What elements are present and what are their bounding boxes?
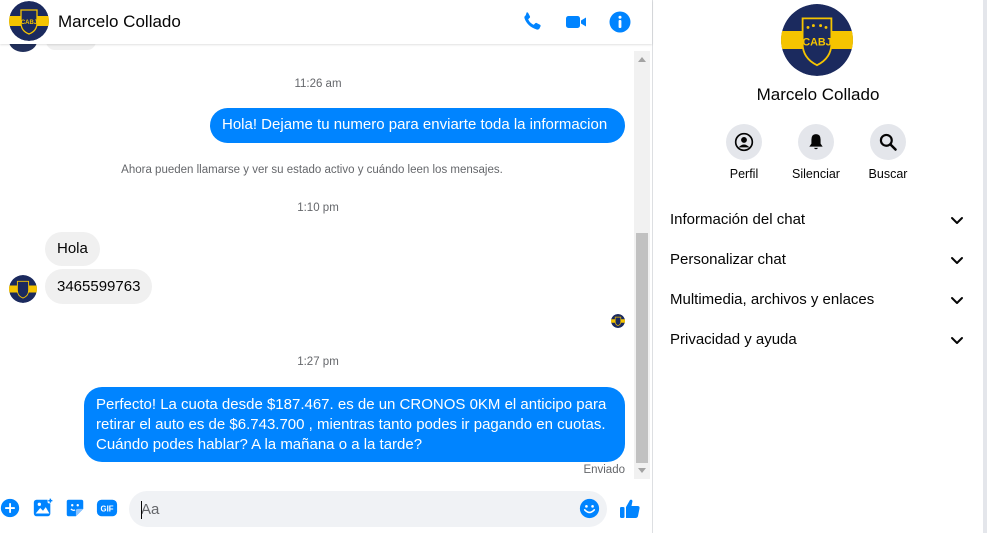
section-label: Privacidad y ayuda [670,331,797,348]
gif-icon[interactable]: GIF [96,497,118,519]
contact-avatar-large[interactable]: CABJ [781,4,853,76]
section-media-files-links[interactable]: Multimedia, archivos y enlaces [653,280,983,320]
search-button[interactable]: Buscar [853,124,923,181]
scrollbar[interactable] [634,51,650,479]
message-bubble-incoming[interactable]: 3465599763 [45,269,153,304]
message-bubble-incoming[interactable]: Hola [45,232,100,266]
video-camera-icon[interactable] [564,10,588,34]
mute-button[interactable]: Silenciar [781,124,851,181]
gif-label: GIF [101,505,114,514]
message-bubble-outgoing[interactable]: Hola! Dejame tu numero para enviarte tod… [210,108,625,143]
search-button-circle [870,124,906,160]
window-edge [983,0,987,533]
info-icon[interactable] [608,10,632,34]
profile-button-circle [726,124,762,160]
section-label: Personalizar chat [670,251,786,268]
chat-panel: CABJ Marcelo Collado 11:26 am Hola! Deja… [0,0,652,533]
scrollbar-thumb[interactable] [636,233,648,463]
delivery-status: Enviado [583,464,625,476]
message-line: Perfecto! La cuota desde $187.467. es de… [96,396,607,413]
contact-name-large: Marcelo Collado [756,85,880,104]
message-list[interactable]: 11:26 am Hola! Dejame tu numero para env… [0,44,636,482]
scroll-down-arrow-icon[interactable] [638,468,646,473]
conversation-info-panel: CABJ Marcelo Collado Perfil Silenciar Bu… [653,0,983,533]
message-timestamp: 1:27 pm [297,356,339,368]
phone-icon[interactable] [520,10,544,34]
composer: GIF [0,482,652,533]
plus-circle-icon[interactable] [0,498,20,518]
section-customize-chat[interactable]: Personalizar chat [653,240,983,280]
mute-label: Silenciar [792,167,840,181]
message-line: retirar el auto es de $6.743.700 , mient… [96,416,606,433]
profile-label: Perfil [729,167,759,181]
section-privacy-help[interactable]: Privacidad y ayuda [653,320,983,360]
chevron-down-icon [951,297,963,304]
contact-avatar-small [9,44,37,52]
avatar-logo-text: CABJ [802,36,831,48]
chevron-down-icon [951,217,963,224]
message-input[interactable] [129,491,607,527]
emoji-icon[interactable] [579,498,600,519]
profile-button[interactable]: Perfil [709,124,779,181]
contact-avatar[interactable]: CABJ [9,1,49,41]
scroll-up-arrow-icon[interactable] [638,57,646,62]
system-message: Ahora pueden llamarse y ver su estado ac… [121,164,503,176]
message-bubble-outgoing[interactable]: Perfecto! La cuota desde $187.467. es de… [84,387,625,462]
bell-icon [809,134,823,150]
chevron-down-icon [951,337,963,344]
contact-name[interactable]: Marcelo Collado [58,12,181,32]
seen-indicator-avatar [611,314,625,328]
message-line: Cuándo podes hablar? A la mañana o a la … [96,436,423,453]
photo-icon[interactable] [32,497,54,519]
mute-button-circle [798,124,834,160]
sticker-icon[interactable] [64,497,86,519]
chat-header: CABJ Marcelo Collado [0,0,652,44]
search-label: Buscar [868,167,908,181]
contact-avatar-small[interactable] [9,275,37,303]
search-icon [879,133,897,151]
message-timestamp: 11:26 am [294,78,342,90]
section-chat-info[interactable]: Información del chat [653,200,983,240]
message-bubble-incoming [46,44,96,50]
message-timestamp: 1:10 pm [297,202,339,214]
profile-icon [734,132,754,152]
thumbs-up-icon[interactable] [618,497,642,521]
avatar-logo-text: CABJ [21,20,37,26]
section-label: Información del chat [670,211,806,228]
chevron-down-icon [951,257,963,264]
section-label: Multimedia, archivos y enlaces [670,291,875,308]
text-caret [141,501,142,519]
